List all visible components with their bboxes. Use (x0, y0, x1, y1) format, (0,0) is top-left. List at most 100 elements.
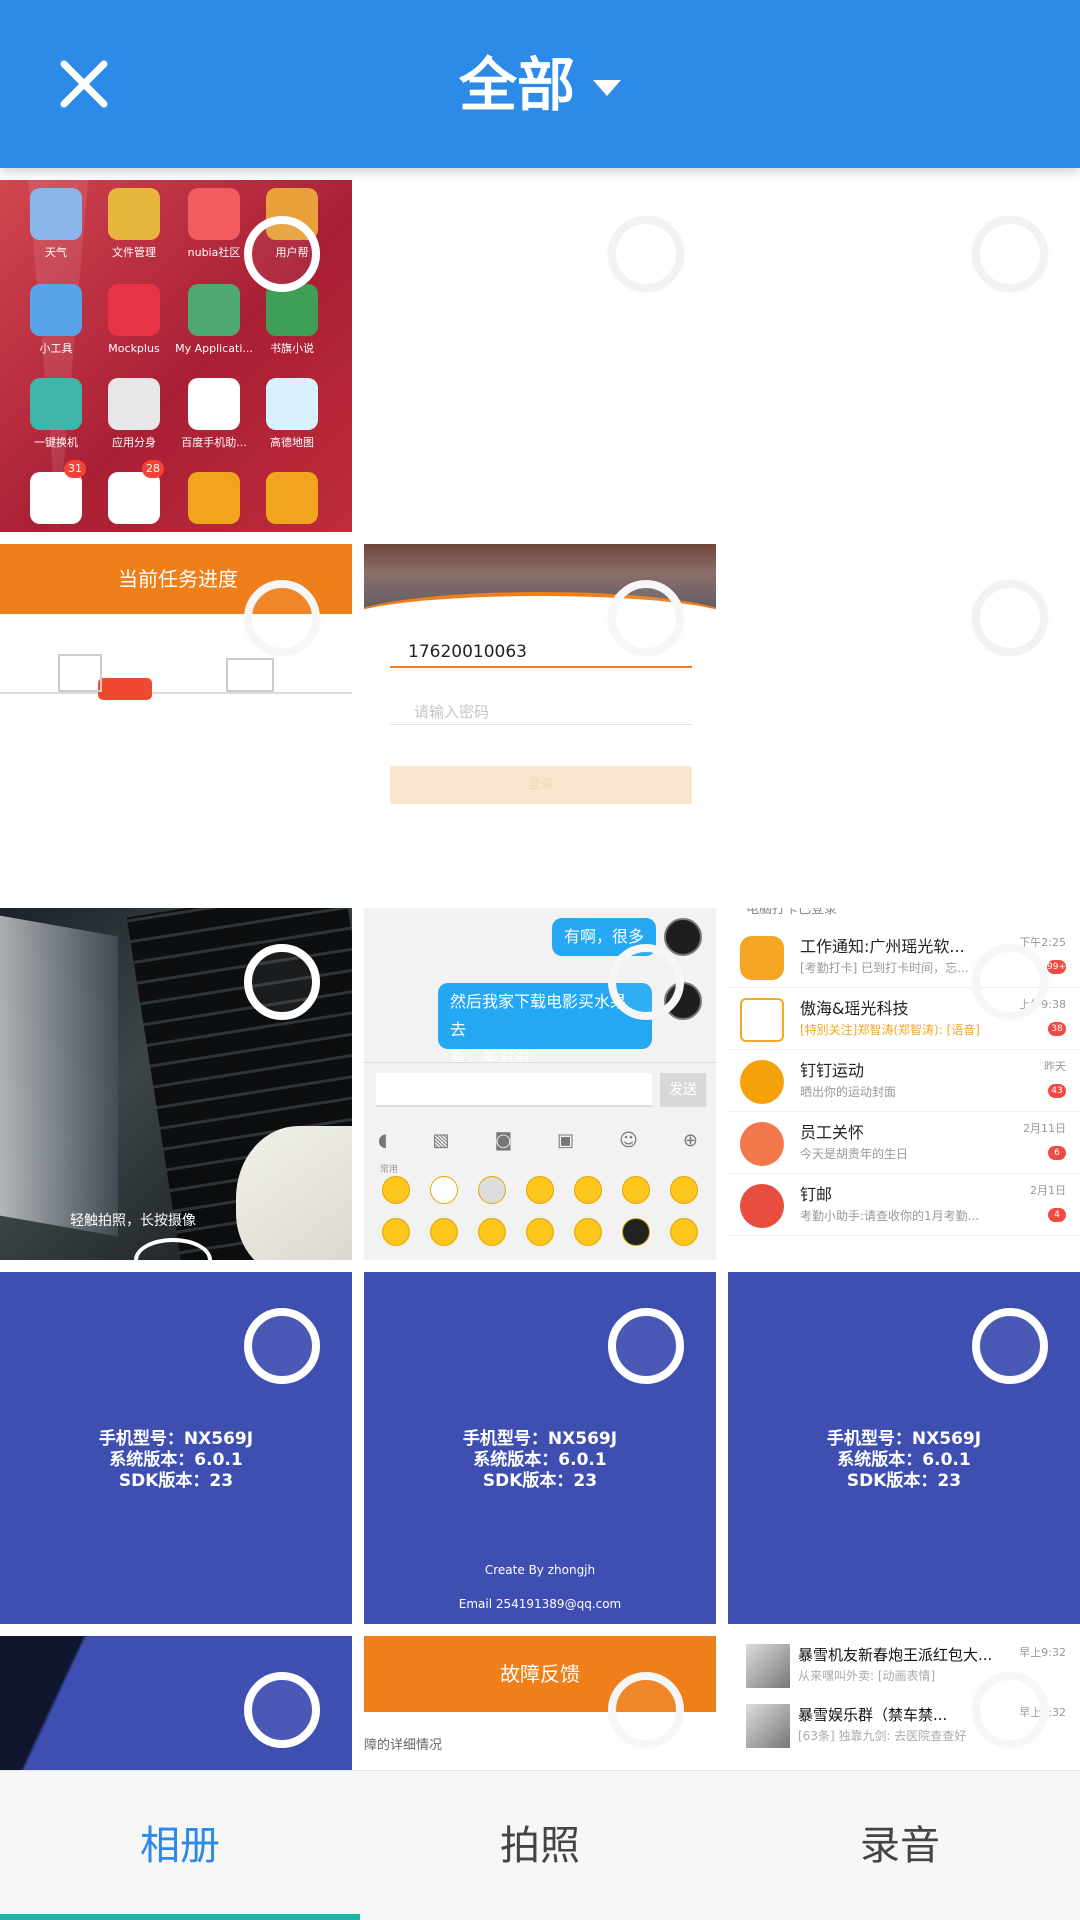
message-subtitle: [特别关注]郑智涛(郑智涛): [语音] (800, 1023, 980, 1037)
mockplus-app-icon (108, 284, 160, 336)
select-circle[interactable] (972, 580, 1048, 656)
media-thumbnail-blank[interactable] (728, 544, 1080, 896)
emoji-section-label: 常用 (380, 1165, 399, 1175)
message-row: 员工关怀 今天是胡贵年的生日 2月11日 6 (728, 1112, 1080, 1174)
gift-icon: ▣ (557, 1130, 575, 1151)
bottom-tab-bar: 相册 拍照 录音 (0, 1770, 1080, 1920)
select-circle[interactable] (608, 944, 684, 1020)
chat-input-bar: 发送 (364, 1062, 716, 1116)
select-circle[interactable] (972, 1308, 1048, 1384)
tab-album[interactable]: 相册 (0, 1771, 360, 1920)
select-circle[interactable] (972, 944, 1048, 1020)
app-label: My Applicati... (175, 342, 253, 355)
album-filter-title: 全部 (458, 51, 575, 119)
device-model: 手机型号：NX569J (98, 1429, 254, 1449)
system-version: 系统版本：6.0.1 (837, 1450, 971, 1470)
message-title: 工作通知:广州瑶光软... (800, 937, 965, 956)
gaode-map-icon (266, 378, 318, 430)
message-date: 2月1日 (1030, 1184, 1066, 1197)
media-thumbnail-home-screen[interactable]: 天气 文件管理 nubia社区 用户帮 小工具 Mockplus My Appl… (0, 180, 352, 532)
emoji-icon (574, 1218, 602, 1246)
phone-clone-app-icon (30, 378, 82, 430)
camera-icon: ◙ (494, 1130, 513, 1151)
select-circle[interactable] (244, 216, 320, 292)
select-circle[interactable] (244, 1308, 320, 1384)
media-thumbnail-blank[interactable] (728, 180, 1080, 532)
app-label: nubia社区 (187, 246, 241, 259)
work-notice-icon (740, 936, 784, 980)
media-grid: 天气 文件管理 nubia社区 用户帮 小工具 Mockplus My Appl… (0, 180, 1080, 1770)
media-thumbnail-device-info[interactable]: 手机型号：NX569J 系统版本：6.0.1 SDK版本：23 (728, 1272, 1080, 1624)
cup-photo-object (236, 1126, 352, 1260)
media-thumbnail-blank[interactable] (364, 180, 716, 532)
dropdown-caret-icon (593, 80, 621, 96)
media-thumbnail-feedback[interactable]: 故障反馈 障的详细情况 (364, 1636, 716, 1770)
message-count-badge: 99+ (1047, 960, 1066, 974)
select-circle[interactable] (244, 580, 320, 656)
emoji-icon (478, 1176, 506, 1204)
app-label: 百度手机助... (181, 436, 247, 449)
chat-toolbar-icons: ◖ ▧ ◙ ▣ ☺ ⊕ (378, 1130, 698, 1154)
media-thumbnail-login-screen[interactable]: 17620010063 请输入密码 登录 (364, 544, 716, 896)
system-version: 系统版本：6.0.1 (109, 1450, 243, 1470)
media-thumbnail-device-info-credit[interactable]: 手机型号：NX569J 系统版本：6.0.1 SDK版本：23 Create B… (364, 1272, 716, 1624)
select-circle[interactable] (244, 1672, 320, 1748)
message-date: 2月11日 (1023, 1122, 1066, 1135)
media-thumbnail-chat-screen[interactable]: 有啊，很多 然后我家下载电影买水果去 看，美滋滋 发送 ◖ ▧ ◙ ▣ ☺ ⊕ 常用 (364, 908, 716, 1260)
tab-audio-recording[interactable]: 录音 (720, 1771, 1080, 1920)
message-count-badge: 6 (1048, 1146, 1066, 1160)
active-tab-indicator (0, 1914, 360, 1920)
message-subtitle: 晒出你的运动封面 (800, 1085, 897, 1099)
app-label: 文件管理 (112, 246, 156, 259)
device-info-text: 手机型号：NX569J 系统版本：6.0.1 SDK版本：23 (0, 1429, 352, 1492)
truck-illustration (98, 678, 152, 700)
select-circle[interactable] (244, 944, 320, 1020)
tab-camera[interactable]: 拍照 (360, 1771, 720, 1920)
message-count-badge: 43 (1048, 1084, 1066, 1098)
message-title: 傲海&瑶光科技 (800, 999, 909, 1018)
media-thumbnail-group-chat[interactable]: 暴雪机友新春炮王派红包大... 从来嘿叫外卖: [动画表情] 早上9:32 暴雪娱乐… (728, 1636, 1080, 1770)
select-circle[interactable] (972, 1672, 1048, 1748)
message-count-badge: 38 (1048, 1022, 1066, 1036)
emoji-icon (574, 1176, 602, 1204)
media-thumbnail-task-progress[interactable]: 当前任务进度 (0, 544, 352, 896)
select-circle[interactable] (608, 580, 684, 656)
android-app-icon (188, 284, 240, 336)
media-thumbnail-camera-photo[interactable]: 轻触拍照，长按摄像 (0, 908, 352, 1260)
creator-credit: Create By zhongjh (484, 1563, 596, 1577)
message-date: 昨天 (1044, 1060, 1066, 1073)
message-title: 员工关怀 (800, 1123, 865, 1142)
road-line (0, 692, 352, 694)
media-thumbnail-message-list[interactable]: 电脑打卡已登录 工作通知:广州瑶光软... [考勤打卡] 已到打卡时间，忘... 下… (728, 908, 1080, 1260)
app-label: 天气 (45, 246, 67, 259)
password-placeholder: 请输入密码 (414, 703, 490, 721)
media-thumbnail-device-info[interactable]: 手机型号：NX569J 系统版本：6.0.1 SDK版本：23 (0, 1272, 352, 1624)
device-info-text: 手机型号：NX569J 系统版本：6.0.1 SDK版本：23 (364, 1429, 716, 1492)
house-illustration (58, 654, 102, 692)
message-subtitle: 考勤小助手:请查收你的1月考勤... (800, 1209, 980, 1223)
select-circle[interactable] (608, 1672, 684, 1748)
top-cut-text: 电脑打卡已登录 (746, 908, 838, 917)
novel-app-icon (266, 284, 318, 336)
emoji-icon (382, 1218, 410, 1246)
game-app-icon (108, 472, 160, 524)
select-circle[interactable] (608, 1308, 684, 1384)
game-app-icon (30, 472, 82, 524)
album-filter-dropdown[interactable]: 全部 (0, 42, 1080, 128)
house-illustration (226, 658, 274, 692)
group-date: 早上9:32 (1019, 1646, 1066, 1659)
shopping-app-icon (188, 472, 240, 524)
community-app-icon (188, 188, 240, 240)
select-circle[interactable] (972, 216, 1048, 292)
emoji-icon (430, 1176, 458, 1204)
mail-icon (740, 1184, 784, 1228)
message-row: 钉钉运动 晒出你的运动封面 昨天 43 (728, 1050, 1080, 1112)
folder-app-icon (108, 188, 160, 240)
emoji-icon (526, 1218, 554, 1246)
media-thumbnail-blue-abstract[interactable] (0, 1636, 352, 1770)
select-circle[interactable] (608, 216, 684, 292)
device-model: 手机型号：NX569J (462, 1429, 618, 1449)
app-clone-icon (108, 378, 160, 430)
message-subtitle: [考勤打卡] 已到打卡时间，忘... (800, 961, 969, 975)
group-title: 暴雪娱乐群（禁车禁... (798, 1706, 948, 1724)
